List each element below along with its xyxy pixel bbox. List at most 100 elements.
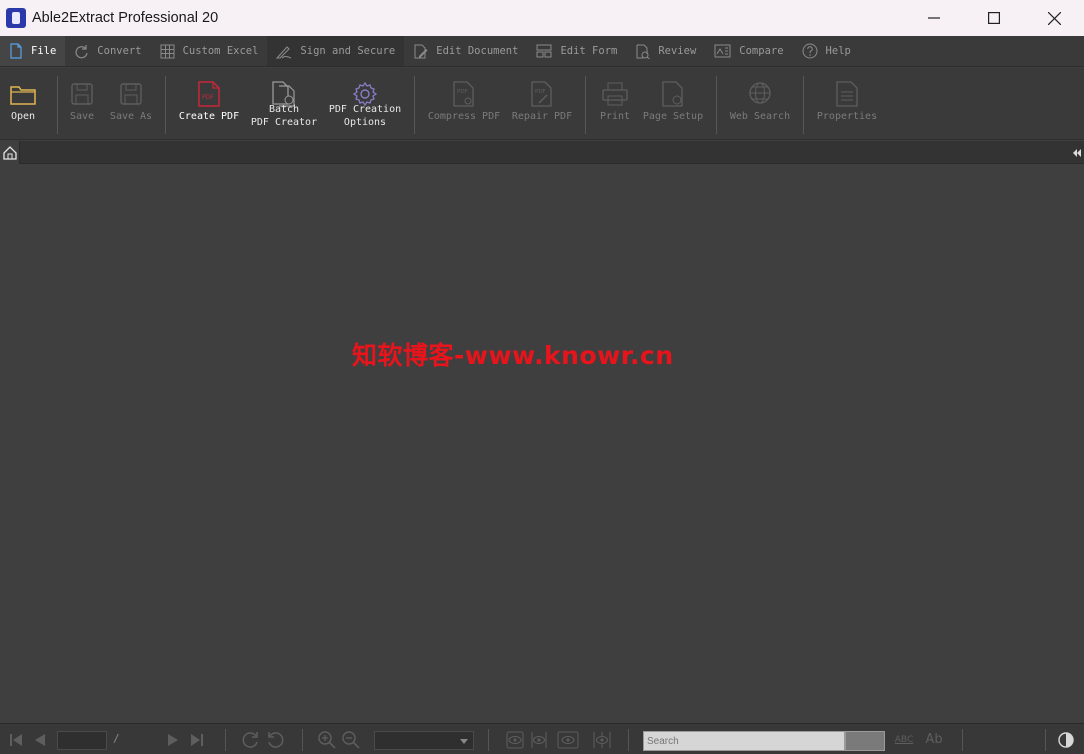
- repair-pdf-button[interactable]: PDF Repair PDF: [509, 68, 575, 140]
- compress-pdf-label: Compress PDF: [427, 111, 501, 122]
- zoom-out-button[interactable]: [340, 724, 362, 754]
- create-pdf-button[interactable]: PDF Create PDF: [176, 68, 242, 140]
- eye-columns-icon: [531, 731, 547, 748]
- maximize-button[interactable]: [964, 0, 1024, 36]
- save-button[interactable]: Save: [66, 68, 98, 140]
- divider: [57, 76, 58, 134]
- web-search-button[interactable]: Web Search: [726, 68, 794, 140]
- edit-document-icon: [414, 44, 428, 58]
- create-pdf-icon: PDF: [198, 80, 220, 108]
- print-label: Print: [599, 111, 631, 122]
- next-page-icon: [168, 733, 178, 746]
- theme-toggle-button[interactable]: [1055, 724, 1077, 754]
- last-page-button[interactable]: [187, 724, 207, 754]
- properties-button[interactable]: Properties: [814, 68, 880, 140]
- save-as-button[interactable]: Save As: [106, 68, 156, 140]
- divider: [302, 729, 303, 751]
- view-mode-button-2[interactable]: [528, 724, 550, 754]
- print-button[interactable]: Print: [597, 68, 633, 140]
- folder-icon: [10, 80, 36, 108]
- tab-label: Convert: [97, 45, 142, 57]
- tab-label: Review: [658, 45, 697, 57]
- compare-icon: [714, 44, 731, 58]
- minimize-icon: [928, 17, 940, 19]
- tab-edit-document[interactable]: Edit Document: [404, 36, 527, 66]
- batch-pdf-creator-button[interactable]: Batch PDF Creator: [248, 68, 320, 140]
- form-icon: [536, 44, 552, 58]
- search-input[interactable]: [643, 731, 845, 751]
- close-icon: [1047, 11, 1061, 25]
- rotate-counterclockwise-icon: [268, 731, 284, 748]
- save-as-label: Save As: [109, 111, 153, 122]
- signature-icon: [276, 45, 292, 59]
- rotate-counterclockwise-button[interactable]: [264, 724, 286, 754]
- home-tab[interactable]: [0, 141, 20, 164]
- tab-label: Compare: [739, 45, 784, 57]
- view-mode-button-4[interactable]: [590, 724, 614, 754]
- tab-review[interactable]: Review: [626, 36, 705, 66]
- svg-text:PDF: PDF: [457, 89, 468, 95]
- divider: [962, 729, 963, 751]
- eye-frame-icon: [557, 731, 579, 748]
- tab-compare[interactable]: Compare: [705, 36, 792, 66]
- divider: [585, 76, 586, 134]
- spellcheck-icon: ABC: [894, 734, 914, 745]
- tab-edit-form[interactable]: Edit Form: [527, 36, 626, 66]
- tab-sign-and-secure[interactable]: Sign and Secure: [267, 36, 405, 66]
- collapse-panel-button[interactable]: [1070, 141, 1084, 164]
- page-number-input[interactable]: [57, 731, 107, 750]
- font-icon: Ab: [925, 732, 943, 747]
- divider: [1045, 729, 1046, 751]
- zoom-in-icon: [318, 730, 336, 749]
- web-search-label: Web Search: [729, 111, 791, 122]
- save-label: Save: [69, 111, 95, 122]
- zoom-level-select[interactable]: [374, 731, 474, 750]
- minimize-button[interactable]: [904, 0, 964, 36]
- open-button[interactable]: Open: [6, 68, 40, 140]
- repair-pdf-icon: PDF: [530, 80, 554, 108]
- ribbon-toolbar: Open Save Save As PDF Create PDF Batch P…: [0, 68, 1084, 140]
- rotate-clockwise-icon: [242, 731, 258, 748]
- document-workspace[interactable]: 知软博客-www.knowr.cn: [0, 165, 1084, 723]
- refresh-icon: [75, 44, 88, 58]
- next-page-button[interactable]: [163, 724, 183, 754]
- properties-label: Properties: [816, 111, 878, 122]
- tab-help[interactable]: Help: [793, 36, 860, 66]
- pdf-creation-options-button[interactable]: PDF Creation Options: [326, 68, 404, 140]
- double-chevron-left-icon: [1073, 148, 1081, 157]
- rotate-clockwise-button[interactable]: [240, 724, 262, 754]
- font-button[interactable]: Ab: [922, 724, 946, 754]
- save-icon: [71, 80, 93, 108]
- file-icon: [10, 43, 22, 59]
- previous-page-button[interactable]: [30, 724, 50, 754]
- document-tab-strip: [0, 141, 1084, 164]
- compress-pdf-icon: PDF: [452, 80, 476, 108]
- close-button[interactable]: [1024, 0, 1084, 36]
- view-mode-button-3[interactable]: [555, 724, 581, 754]
- window-controls: [904, 0, 1084, 36]
- search-button[interactable]: [845, 731, 885, 751]
- last-page-icon: [191, 733, 203, 746]
- first-page-button[interactable]: [6, 724, 26, 754]
- tab-file[interactable]: File: [0, 36, 66, 66]
- tab-custom-excel[interactable]: Custom Excel: [151, 36, 268, 66]
- bottom-toolbar: / ABC Ab: [0, 723, 1084, 754]
- home-icon: [2, 145, 17, 160]
- printer-icon: [602, 80, 628, 108]
- page-setup-button[interactable]: Page Setup: [640, 68, 706, 140]
- tab-label: Edit Form: [560, 45, 618, 57]
- spellcheck-button[interactable]: ABC: [892, 724, 916, 754]
- menu-bar: File Convert Custom Excel Sign and Secur…: [0, 36, 1084, 67]
- watermark-text: 知软博客-www.knowr.cn: [352, 341, 674, 370]
- save-as-icon: [120, 80, 142, 108]
- view-mode-button-1[interactable]: [504, 724, 526, 754]
- globe-icon: [747, 80, 773, 108]
- review-icon: [636, 44, 651, 59]
- tab-convert[interactable]: Convert: [65, 36, 150, 66]
- eye-target-icon: [593, 731, 611, 748]
- compress-pdf-button[interactable]: PDF Compress PDF: [426, 68, 502, 140]
- zoom-in-button[interactable]: [316, 724, 338, 754]
- page-setup-label: Page Setup: [642, 111, 704, 122]
- tab-label: Custom Excel: [182, 45, 259, 57]
- divider: [488, 729, 489, 751]
